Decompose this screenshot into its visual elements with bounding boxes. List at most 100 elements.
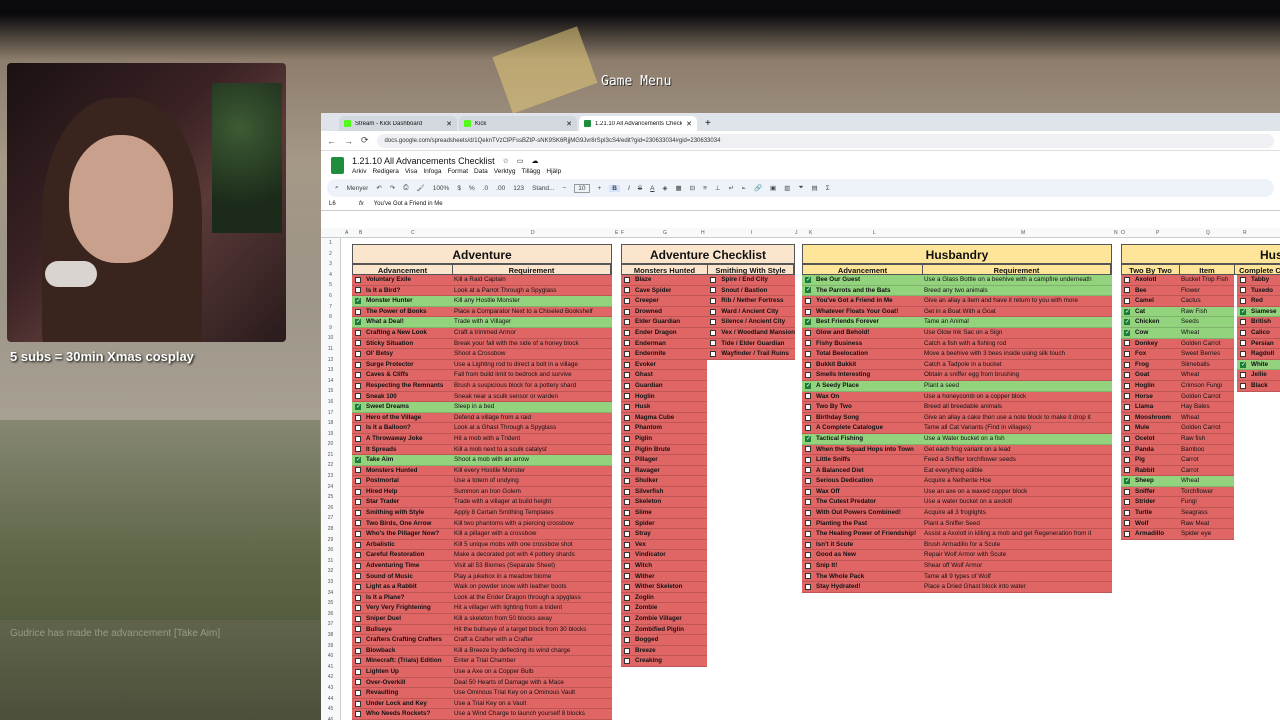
monster-row[interactable]: Breeze (621, 645, 708, 657)
animal-row[interactable]: Donkey Golden Carrot (1121, 338, 1234, 350)
filter-views-icon[interactable]: ▤ (812, 184, 818, 192)
checkbox[interactable] (1124, 488, 1130, 495)
checkbox[interactable] (1240, 276, 1246, 283)
checkbox-cell[interactable] (621, 603, 633, 613)
advancement-row[interactable]: Smells Interesting Obtain a sniffer egg f… (802, 370, 1112, 381)
fill-color-icon[interactable]: ◈ (663, 184, 668, 192)
monster-row[interactable]: Phantom (621, 423, 708, 434)
checkbox[interactable] (355, 509, 361, 516)
increase-decimal-button[interactable]: .00 (496, 185, 505, 192)
checkbox[interactable] (624, 425, 630, 432)
checkbox-cell[interactable] (621, 423, 633, 433)
checkbox[interactable] (355, 467, 361, 474)
checkbox[interactable] (1124, 414, 1130, 421)
advancement-row[interactable]: Crafting a New Look Craft a trimmed Armor (352, 327, 612, 339)
row-header[interactable]: 38 (321, 630, 340, 641)
checkbox-cell[interactable] (802, 349, 814, 359)
checkbox[interactable]: ✓ (1240, 308, 1246, 315)
checkbox[interactable] (1124, 467, 1130, 474)
checkbox-cell[interactable]: ✓ (352, 402, 364, 412)
column-header[interactable]: R (1243, 230, 1247, 236)
checkbox[interactable] (805, 329, 811, 336)
checkbox-cell[interactable] (1121, 402, 1133, 412)
advancement-row[interactable]: Lighten Up Use a Axe on a Copper Bulb (352, 666, 612, 678)
checkbox[interactable]: ✓ (1124, 329, 1130, 336)
checkbox-cell[interactable] (802, 497, 814, 507)
row-header[interactable]: 43 (321, 683, 340, 694)
checkbox-cell[interactable] (352, 445, 364, 455)
cat-row[interactable]: Persian (1237, 338, 1280, 350)
advancement-row[interactable]: ✓ A Seedy Place Plant a seed (802, 380, 1112, 392)
checkbox[interactable] (1124, 361, 1130, 368)
checkbox[interactable] (1240, 329, 1246, 336)
checkbox-cell[interactable] (621, 656, 633, 666)
checkbox-cell[interactable] (621, 476, 633, 486)
cloud-icon[interactable]: ☁ (532, 157, 539, 165)
advancement-row[interactable]: Ol' Betsy Shoot a Crossbow (352, 349, 612, 360)
checkbox[interactable] (710, 287, 717, 294)
checkbox[interactable] (624, 403, 630, 410)
checkbox-cell[interactable] (352, 349, 364, 359)
checkbox-cell[interactable] (802, 413, 814, 423)
advancement-row[interactable]: ✓ What a Deal! Trade with a Villager (352, 317, 612, 328)
checkbox[interactable] (710, 319, 717, 326)
column-header[interactable]: E (615, 230, 618, 236)
advancement-row[interactable]: Hero of the Village Defend a village from… (352, 412, 612, 424)
advancement-row[interactable]: Bullseye Hit the bullseye of a target blo… (352, 624, 612, 636)
row-header[interactable]: 21 (321, 450, 340, 461)
smithing-row[interactable]: Spire / End City (707, 275, 795, 286)
checkbox[interactable] (624, 520, 630, 527)
monster-row[interactable]: Zombified Piglin (621, 624, 708, 636)
checkbox[interactable] (355, 700, 361, 707)
checkbox-cell[interactable] (352, 466, 364, 476)
column-header[interactable]: J (795, 230, 798, 236)
checkbox-cell[interactable] (707, 349, 719, 359)
checkbox[interactable] (710, 329, 717, 336)
checkbox[interactable] (624, 393, 630, 400)
advancement-row[interactable]: Is It a Balloon? Look at a Ghast Through … (352, 423, 612, 434)
row-header[interactable]: 3 (321, 259, 340, 270)
filter-icon[interactable]: ⏷ (798, 184, 803, 192)
checkbox[interactable] (710, 297, 717, 304)
checkbox[interactable] (355, 499, 361, 506)
checkbox-cell[interactable] (352, 529, 364, 539)
checkbox[interactable] (355, 446, 361, 453)
animal-row[interactable]: Goat Wheat (1121, 370, 1234, 381)
row-header[interactable]: 5 (321, 280, 340, 291)
rotate-icon[interactable]: ⟀ (742, 184, 746, 192)
checkbox[interactable] (805, 499, 811, 506)
animal-row[interactable]: Bee Flower (1121, 285, 1234, 297)
checkbox-cell[interactable] (621, 381, 633, 391)
checkbox-cell[interactable] (352, 476, 364, 486)
checkbox[interactable]: ✓ (805, 276, 811, 283)
advancement-row[interactable]: Star Trader Trade with a villager at buil… (352, 497, 612, 509)
align-icon[interactable]: ≡ (703, 185, 707, 192)
checkbox[interactable] (805, 573, 811, 580)
advancement-row[interactable]: ✓ Monster Hunter Kill any Hostile Monster (352, 296, 612, 307)
checkbox-cell[interactable] (1237, 286, 1249, 296)
checkbox-cell[interactable] (352, 508, 364, 518)
checkbox[interactable] (624, 329, 630, 336)
checkbox[interactable] (1240, 297, 1246, 304)
italic-button[interactable]: I (628, 185, 630, 192)
checkbox[interactable] (1240, 319, 1246, 326)
monster-row[interactable]: Pillager (621, 455, 708, 466)
checkbox[interactable] (355, 689, 361, 696)
advancement-row[interactable]: Two Birds, One Arrow Kill two phantoms wi… (352, 518, 612, 530)
checkbox-cell[interactable] (621, 625, 633, 635)
checkbox-cell[interactable] (621, 646, 633, 656)
checkbox[interactable] (1124, 403, 1130, 410)
monster-row[interactable]: Guardian (621, 380, 708, 392)
monster-row[interactable]: Creeper (621, 296, 708, 307)
checkbox-cell[interactable] (1237, 339, 1249, 349)
smithing-row[interactable]: Wayfinder / Trail Ruins (707, 349, 795, 360)
animal-row[interactable]: Panda Bamboo (1121, 444, 1234, 456)
advancement-row[interactable]: Wax On Use a honeycomb on a copper block (802, 391, 1112, 403)
row-header[interactable]: 12 (321, 355, 340, 366)
checkbox-cell[interactable] (352, 413, 364, 423)
row-header[interactable]: 23 (321, 471, 340, 482)
monster-row[interactable]: Ravager (621, 465, 708, 477)
checkbox[interactable] (805, 488, 811, 495)
checkbox[interactable] (805, 414, 811, 421)
checkbox-cell[interactable] (1121, 508, 1133, 518)
